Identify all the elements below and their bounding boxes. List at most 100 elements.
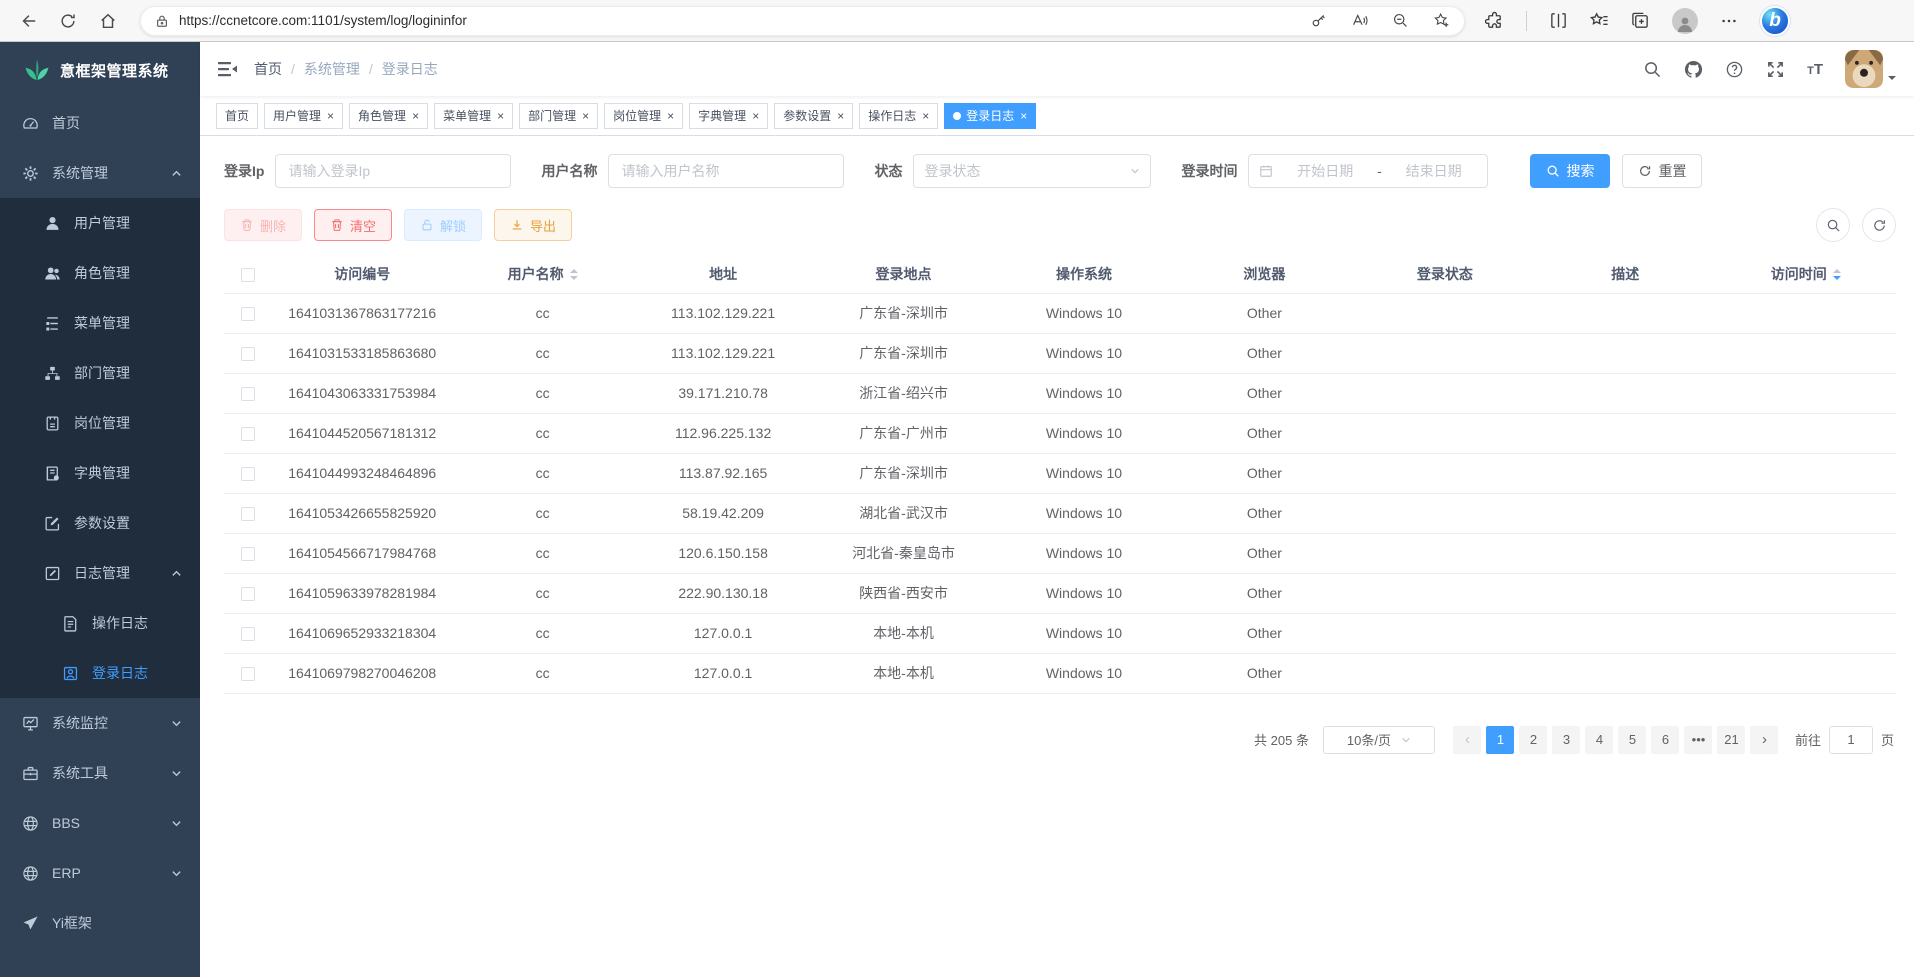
sort-icon[interactable] [1833, 269, 1841, 280]
sidebar-item[interactable]: 角色管理 [0, 248, 200, 298]
column-header[interactable]: 访问时间 [1716, 256, 1897, 293]
status-select[interactable]: 登录状态 [913, 154, 1151, 188]
table-row[interactable]: 1641043063331753984 cc 39.171.210.78 浙江省… [224, 373, 1896, 413]
app-logo[interactable]: 意框架管理系统 [0, 42, 200, 98]
column-header[interactable]: 用户名称 [452, 256, 632, 293]
user-avatar[interactable] [1845, 50, 1883, 88]
page-size-select[interactable]: 10条/页 [1323, 726, 1435, 754]
toggle-search-button[interactable] [1816, 208, 1850, 242]
tab-close-icon[interactable]: × [1019, 110, 1027, 122]
favorites-icon[interactable] [1590, 11, 1609, 30]
view-tab[interactable]: 首页 [216, 103, 258, 129]
zoom-out-icon[interactable] [1392, 12, 1409, 29]
sort-icon[interactable] [570, 269, 578, 280]
sidebar-item[interactable]: 系统管理 [0, 148, 200, 198]
split-screen-icon[interactable] [1549, 11, 1568, 30]
row-checkbox[interactable] [241, 547, 255, 561]
page-button[interactable]: 3 [1552, 726, 1580, 754]
sidebar-toggle-icon[interactable] [216, 58, 238, 80]
page-button[interactable]: 1 [1486, 726, 1514, 754]
table-row[interactable]: 1641069798270046208 cc 127.0.0.1 本地-本机 W… [224, 653, 1896, 693]
sidebar-item[interactable]: 系统工具 [0, 748, 200, 798]
sidebar-item[interactable]: 用户管理 [0, 198, 200, 248]
table-row[interactable]: 1641031533185863680 cc 113.102.129.221 广… [224, 333, 1896, 373]
delete-button[interactable]: 删除 [224, 209, 302, 241]
row-checkbox[interactable] [241, 627, 255, 641]
sidebar-item[interactable]: 系统监控 [0, 698, 200, 748]
column-header[interactable]: 地址 [633, 256, 813, 293]
select-all-checkbox[interactable] [241, 268, 255, 282]
browser-refresh-button[interactable] [52, 5, 84, 37]
table-row[interactable]: 1641059633978281984 cc 222.90.130.18 陕西省… [224, 573, 1896, 613]
username-filter-input[interactable] [608, 154, 844, 188]
breadcrumb-home[interactable]: 首页 [254, 59, 282, 79]
column-header[interactable]: 操作系统 [994, 256, 1174, 293]
fullscreen-icon[interactable] [1766, 60, 1785, 79]
sidebar-item[interactable]: 菜单管理 [0, 298, 200, 348]
view-tab[interactable]: 字典管理 × [689, 103, 768, 129]
view-tab[interactable]: 菜单管理 × [434, 103, 513, 129]
sidebar-item[interactable]: 日志管理 [0, 548, 200, 598]
page-button[interactable]: 4 [1585, 726, 1613, 754]
table-row[interactable]: 1641044993248464896 cc 113.87.92.165 广东省… [224, 453, 1896, 493]
page-button[interactable]: 5 [1618, 726, 1646, 754]
table-row[interactable]: 1641031367863177216 cc 113.102.129.221 广… [224, 293, 1896, 333]
page-button[interactable]: › [1750, 726, 1778, 754]
column-header[interactable]: 登录状态 [1355, 256, 1535, 293]
sidebar-item[interactable]: Yi框架 [0, 898, 200, 948]
view-tab[interactable]: 参数设置 × [774, 103, 853, 129]
bing-chat-icon[interactable]: b [1760, 6, 1790, 36]
view-tab[interactable]: 部门管理 × [519, 103, 598, 129]
sidebar-item[interactable]: 参数设置 [0, 498, 200, 548]
sidebar-item[interactable]: 操作日志 [0, 598, 200, 648]
github-icon[interactable] [1684, 60, 1703, 79]
row-checkbox[interactable] [241, 467, 255, 481]
page-button[interactable]: 21 [1717, 726, 1745, 754]
tab-close-icon[interactable]: × [581, 110, 589, 122]
help-icon[interactable] [1725, 60, 1744, 79]
view-tab[interactable]: 操作日志 × [859, 103, 938, 129]
browser-profile-avatar[interactable] [1672, 8, 1698, 34]
table-row[interactable]: 1641053426655825920 cc 58.19.42.209 湖北省-… [224, 493, 1896, 533]
view-tab[interactable]: 用户管理 × [264, 103, 343, 129]
collections-icon[interactable] [1631, 11, 1650, 30]
tab-close-icon[interactable]: × [751, 110, 759, 122]
unlock-button[interactable]: 解锁 [404, 209, 482, 241]
row-checkbox[interactable] [241, 307, 255, 321]
extensions-icon[interactable] [1485, 11, 1504, 30]
view-tab[interactable]: 岗位管理 × [604, 103, 683, 129]
address-bar[interactable]: https://ccnetcore.com:1101/system/log/lo… [140, 6, 1465, 36]
table-row[interactable]: 1641054566717984768 cc 120.6.150.158 河北省… [224, 533, 1896, 573]
row-checkbox[interactable] [241, 387, 255, 401]
browser-back-button[interactable] [12, 5, 44, 37]
add-favorite-icon[interactable] [1433, 12, 1450, 29]
column-header[interactable]: 描述 [1535, 256, 1715, 293]
table-row[interactable]: 1641044520567181312 cc 112.96.225.132 广东… [224, 413, 1896, 453]
tab-close-icon[interactable]: × [921, 110, 929, 122]
password-key-icon[interactable] [1310, 12, 1327, 29]
browser-menu-icon[interactable] [1720, 12, 1738, 30]
goto-page-input[interactable] [1829, 726, 1873, 754]
column-header[interactable]: 访问编号 [272, 256, 452, 293]
clear-button[interactable]: 清空 [314, 209, 392, 241]
tab-close-icon[interactable]: × [836, 110, 844, 122]
tab-close-icon[interactable]: × [666, 110, 674, 122]
export-button[interactable]: 导出 [494, 209, 572, 241]
font-size-icon[interactable]: TT [1807, 61, 1823, 78]
sidebar-item[interactable]: 登录日志 [0, 648, 200, 698]
sidebar-item[interactable]: 部门管理 [0, 348, 200, 398]
row-checkbox[interactable] [241, 507, 255, 521]
row-checkbox[interactable] [241, 427, 255, 441]
view-tab[interactable]: 角色管理 × [349, 103, 428, 129]
page-button[interactable]: ••• [1684, 726, 1712, 754]
sidebar-item[interactable]: BBS [0, 798, 200, 848]
header-search-icon[interactable] [1643, 60, 1662, 79]
row-checkbox[interactable] [241, 667, 255, 681]
sidebar-item[interactable]: 岗位管理 [0, 398, 200, 448]
url-text[interactable]: https://ccnetcore.com:1101/system/log/lo… [179, 13, 467, 28]
column-header[interactable]: 登录地点 [813, 256, 993, 293]
lock-icon[interactable] [155, 14, 169, 28]
read-aloud-icon[interactable] [1351, 12, 1368, 29]
tab-close-icon[interactable]: × [411, 110, 419, 122]
ip-filter-input[interactable] [275, 154, 511, 188]
